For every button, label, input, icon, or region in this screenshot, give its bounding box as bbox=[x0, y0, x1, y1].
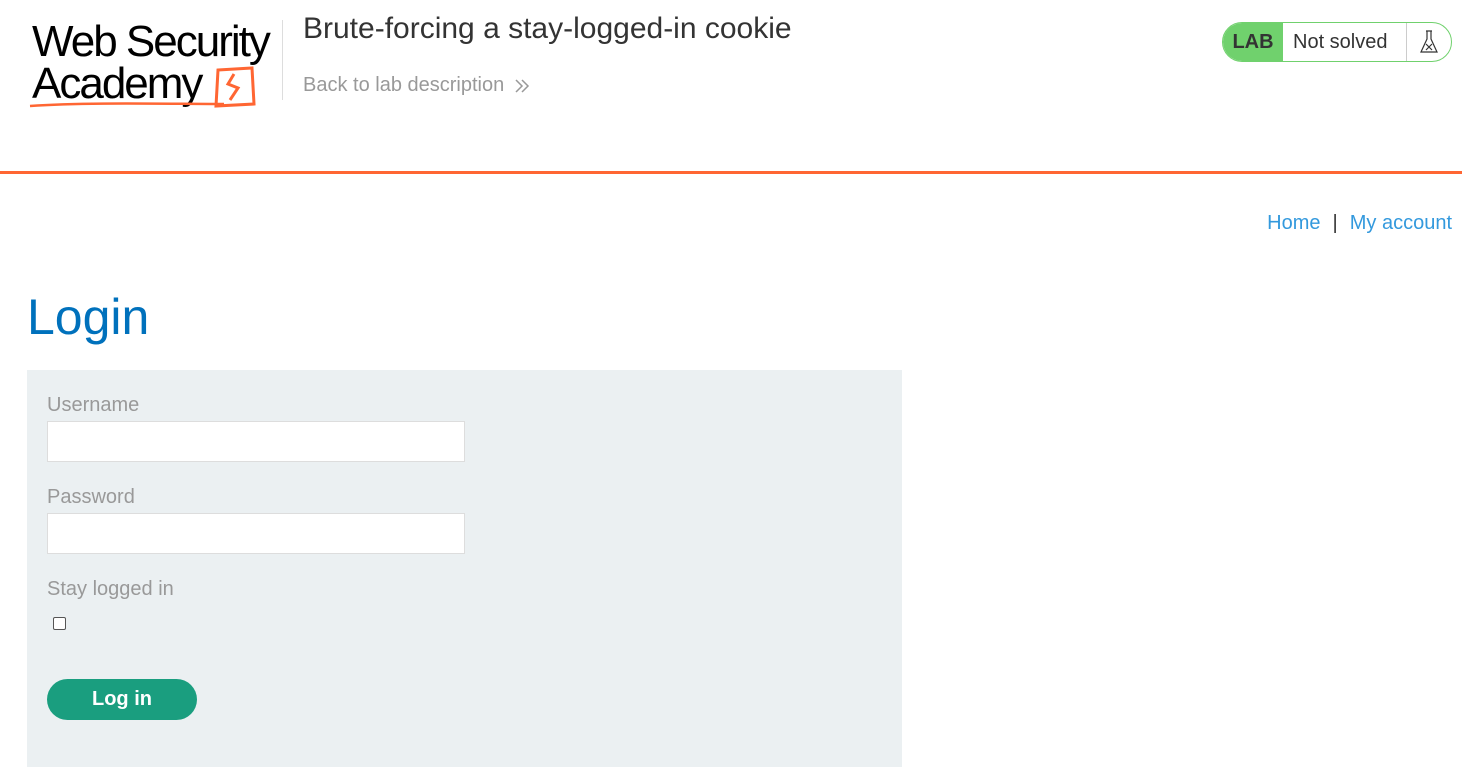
home-link[interactable]: Home bbox=[1267, 212, 1320, 235]
my-account-link[interactable]: My account bbox=[1350, 212, 1452, 235]
flask-icon bbox=[1407, 23, 1451, 61]
password-input[interactable] bbox=[47, 513, 465, 554]
lab-status-text: Not solved bbox=[1283, 23, 1407, 61]
page-title: Login bbox=[27, 289, 150, 345]
back-to-lab-description-link[interactable]: Back to lab description bbox=[303, 74, 530, 97]
header-divider bbox=[282, 20, 283, 100]
logo-mark-icon bbox=[29, 66, 256, 108]
academy-header: Web Security Academy Brute-forcing a sta… bbox=[0, 0, 1462, 174]
double-chevron-right-icon bbox=[515, 78, 530, 93]
password-label: Password bbox=[47, 486, 135, 508]
stay-logged-in-checkbox[interactable] bbox=[53, 617, 66, 630]
login-form: Username Password Stay logged in Log in bbox=[27, 370, 902, 767]
username-input[interactable] bbox=[47, 421, 465, 462]
log-in-button[interactable]: Log in bbox=[47, 679, 197, 720]
top-nav: Home | My account bbox=[1267, 212, 1452, 235]
lab-title: Brute-forcing a stay-logged-in cookie bbox=[303, 12, 792, 45]
lab-badge: LAB bbox=[1223, 23, 1283, 61]
nav-separator: | bbox=[1332, 212, 1338, 234]
stay-logged-in-label: Stay logged in bbox=[47, 578, 174, 600]
username-label: Username bbox=[47, 394, 140, 416]
web-security-academy-logo[interactable]: Web Security Academy bbox=[28, 18, 278, 112]
lab-status-widget[interactable]: LAB Not solved bbox=[1222, 22, 1452, 62]
back-link-label: Back to lab description bbox=[303, 74, 505, 96]
